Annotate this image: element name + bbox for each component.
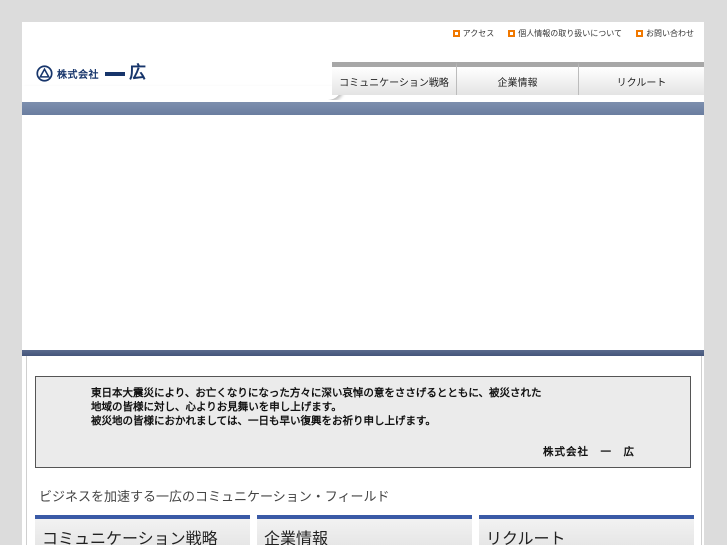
hero-area <box>22 115 704 350</box>
util-link-contact[interactable]: お問い合わせ <box>636 28 694 39</box>
circle-triangle-logo <box>36 65 53 82</box>
nav-company-info[interactable]: 企業情報 <box>457 62 579 95</box>
logo-dash <box>105 71 125 76</box>
notice-signature: 株式会社 一 広 <box>543 446 635 458</box>
section-company-info[interactable]: 企業情報 <box>257 515 472 545</box>
catchphrase: ビジネスを加速する一広のコミュニケーション・フィールド <box>39 490 390 505</box>
utility-links: アクセス 個人情報の取り扱いについて お問い合わせ <box>452 28 694 39</box>
orange-arrow-icon <box>452 30 460 37</box>
util-link-label: お問い合わせ <box>646 29 694 38</box>
notice-line: 地域の皆様に対し、心よりお見舞いを申し上げます。 <box>91 401 342 413</box>
header-band-edge <box>22 100 342 102</box>
header-curve <box>22 86 342 100</box>
global-nav: コミュニケーション戦略 企業情報 リクルート <box>332 62 704 95</box>
logo-name: 広 <box>129 63 146 83</box>
condolence-notice: 東日本大震災により、お亡くなりになった方々に深い哀悼の意をささげるとともに、被災… <box>35 376 691 468</box>
main-content: 東日本大震災により、お亡くなりになった方々に深い哀悼の意をささげるとともに、被災… <box>26 356 702 545</box>
logo-company: 株式会社 <box>57 70 99 81</box>
util-link-label: 個人情報の取り扱いについて <box>518 29 622 38</box>
notice-line: 被災地の皆様におかれましては、一日も早い復興をお祈り申し上げます。 <box>91 415 436 427</box>
nav-recruit[interactable]: リクルート <box>579 62 704 95</box>
util-link-access[interactable]: アクセス <box>452 28 495 39</box>
util-link-privacy[interactable]: 個人情報の取り扱いについて <box>508 28 622 39</box>
section-recruit[interactable]: リクルート <box>479 515 694 545</box>
header-band <box>22 102 704 115</box>
orange-arrow-icon <box>508 30 516 37</box>
section-links: コミュニケーション戦略 企業情報 リクルート <box>35 515 695 545</box>
util-link-label: アクセス <box>462 29 495 38</box>
notice-line: 東日本大震災により、お亡くなりになった方々に深い哀悼の意をささげるとともに、被災… <box>91 387 542 399</box>
logo[interactable]: 株式会社 広 <box>36 65 146 82</box>
page: アクセス 個人情報の取り扱いについて お問い合わせ 株式会社 広 コミュニケーシ… <box>22 22 704 545</box>
section-communication-strategy[interactable]: コミュニケーション戦略 <box>35 515 250 545</box>
orange-arrow-icon <box>636 30 643 37</box>
nav-communication-strategy[interactable]: コミュニケーション戦略 <box>332 62 457 95</box>
